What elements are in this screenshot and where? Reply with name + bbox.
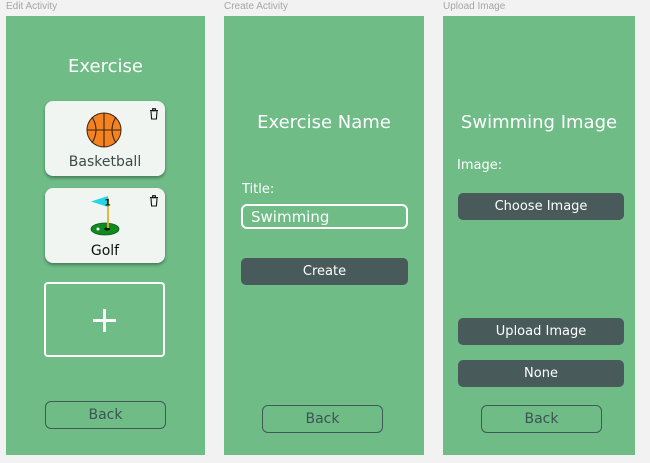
back-button[interactable]: Back (481, 405, 602, 433)
activity-card-golf[interactable]: 1 Golf (45, 188, 165, 263)
none-button[interactable]: None (458, 360, 624, 387)
frame-label-create-activity: Create Activity (224, 1, 288, 12)
create-button[interactable]: Create (241, 258, 408, 285)
title-input[interactable] (241, 204, 408, 229)
back-button[interactable]: Back (262, 405, 383, 433)
edit-activity-screen: Exercise Basketball 1 Golf Back (6, 16, 205, 455)
upload-image-screen: Swimming Image Image: Choose Image Uploa… (443, 16, 635, 455)
back-button[interactable]: Back (45, 401, 166, 429)
title-field-label: Title: (242, 182, 275, 197)
page-title: Exercise (68, 56, 143, 77)
upload-image-button[interactable]: Upload Image (458, 318, 624, 345)
golf-icon: 1 (90, 196, 120, 236)
frame-label-upload-image: Upload Image (443, 1, 506, 12)
activity-card-basketball[interactable]: Basketball (45, 101, 165, 176)
create-activity-screen: Exercise Name Title: Create Back (224, 16, 424, 455)
plus-icon (93, 309, 116, 332)
basketball-icon (86, 112, 122, 148)
page-title: Exercise Name (257, 112, 391, 133)
frame-label-edit-activity: Edit Activity (6, 1, 58, 12)
add-activity-button[interactable] (44, 282, 165, 357)
activity-card-label: Golf (90, 243, 120, 259)
trash-icon[interactable] (148, 108, 160, 120)
trash-icon[interactable] (148, 195, 160, 207)
choose-image-button[interactable]: Choose Image (458, 193, 624, 220)
image-field-label: Image: (457, 158, 503, 173)
page-title: Swimming Image (460, 112, 618, 133)
svg-text:1: 1 (105, 199, 111, 209)
activity-card-label: Basketball (68, 154, 142, 170)
